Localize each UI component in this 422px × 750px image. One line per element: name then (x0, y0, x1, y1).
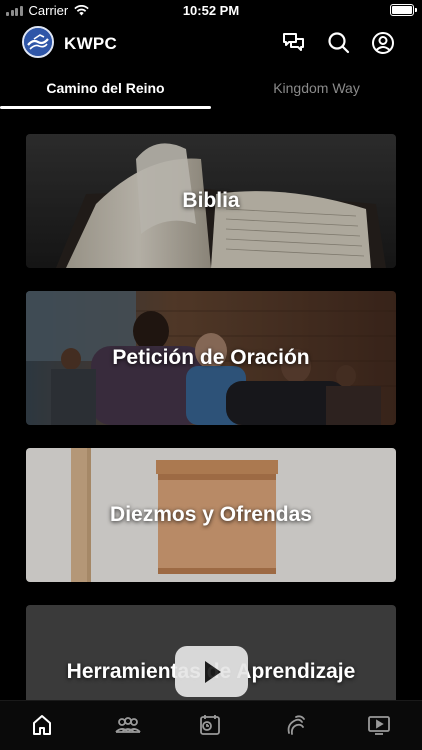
card-diezmos-y-ofrendas[interactable]: Diezmos y Ofrendas (26, 448, 396, 582)
community-icon[interactable] (114, 713, 142, 737)
home-icon[interactable] (30, 713, 54, 737)
app-title: KWPC (64, 34, 118, 53)
tv-play-icon[interactable] (367, 713, 391, 737)
card-label-peticion: Petición de Oración (112, 346, 310, 369)
play-video-button[interactable] (175, 646, 248, 697)
card-label-biblia: Biblia (182, 189, 240, 212)
giving-icon[interactable] (284, 713, 308, 737)
bottom-nav (0, 700, 422, 750)
profile-icon[interactable] (370, 30, 396, 56)
tab-kingdom-way[interactable]: Kingdom Way (211, 72, 422, 108)
battery-icon (390, 4, 417, 16)
card-peticion-de-oracion[interactable]: Petición de Oración (26, 291, 396, 425)
search-icon[interactable] (326, 30, 352, 56)
chat-bubbles-icon[interactable] (281, 30, 307, 56)
active-tab-indicator (0, 106, 211, 109)
card-biblia[interactable]: Biblia (26, 134, 396, 268)
church-logo (22, 26, 54, 58)
status-bar: Carrier 10:52 PM (0, 0, 422, 22)
tab-camino-del-reino[interactable]: Camino del Reino (0, 72, 211, 108)
status-time: 10:52 PM (182, 3, 240, 18)
card-label-diezmos: Diezmos y Ofrendas (110, 503, 312, 526)
tab-bar: Camino del Reino Kingdom Way (0, 72, 422, 112)
calendar-clock-icon[interactable] (198, 713, 222, 737)
app-header: KWPC (0, 24, 422, 64)
